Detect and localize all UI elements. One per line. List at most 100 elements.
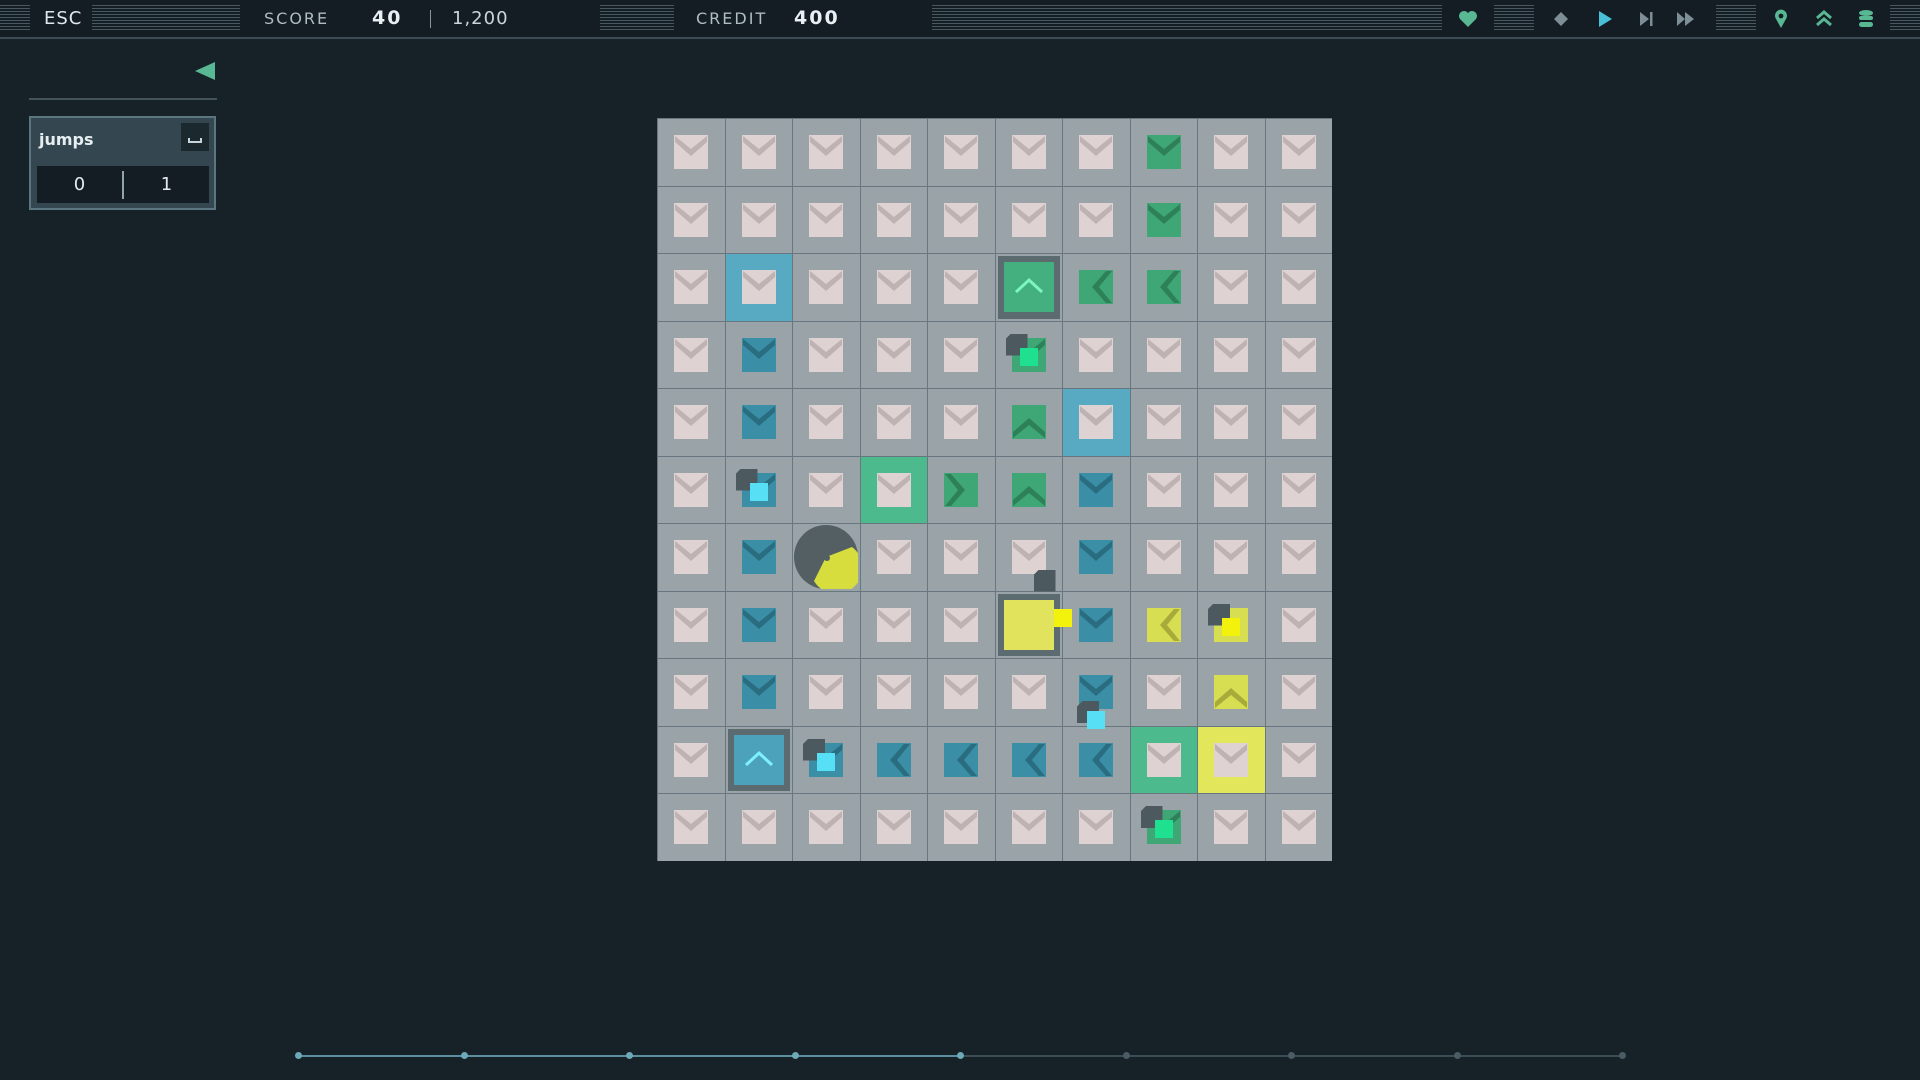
board-cell[interactable]: [725, 119, 792, 186]
space-key-icon[interactable]: [181, 123, 209, 151]
board-cell[interactable]: [995, 389, 1062, 456]
board-cell[interactable]: [793, 119, 860, 186]
board-cell[interactable]: [1063, 186, 1130, 253]
board-cell[interactable]: [1198, 794, 1265, 861]
board-cell[interactable]: [1063, 389, 1130, 456]
chevrons-up-icon[interactable]: [1811, 6, 1837, 32]
board-cell[interactable]: [1130, 254, 1197, 321]
board-cell[interactable]: [1130, 524, 1197, 591]
timeline-tick[interactable]: [1288, 1052, 1295, 1059]
board-cell[interactable]: [860, 794, 927, 861]
board-cell[interactable]: [658, 186, 725, 253]
bot-cyan[interactable]: [1087, 711, 1105, 729]
board-cell[interactable]: [793, 186, 860, 253]
bot-cyan[interactable]: [817, 752, 835, 771]
board-cell[interactable]: [725, 524, 792, 591]
board-cell[interactable]: [1265, 659, 1332, 726]
board-cell[interactable]: [1265, 254, 1332, 321]
board-cell[interactable]: [793, 726, 860, 793]
board-cell[interactable]: [1198, 254, 1265, 321]
esc-button[interactable]: ESC: [44, 0, 82, 37]
bot-yellow[interactable]: [1222, 617, 1240, 636]
board-cell[interactable]: [860, 254, 927, 321]
timeline-tick[interactable]: [1453, 1052, 1461, 1059]
board-cell[interactable]: [860, 726, 927, 793]
board-cell[interactable]: [793, 254, 860, 321]
board-cell[interactable]: [995, 321, 1062, 388]
step-icon[interactable]: [1633, 6, 1659, 32]
board-cell[interactable]: [725, 254, 792, 321]
board-cell[interactable]: [1198, 659, 1265, 726]
board-cell[interactable]: [928, 794, 995, 861]
board-cell[interactable]: [1063, 726, 1130, 793]
board-cell[interactable]: [1063, 321, 1130, 388]
board-cell[interactable]: [860, 119, 927, 186]
bot-green[interactable]: [1154, 820, 1173, 838]
board-cell[interactable]: [860, 524, 927, 591]
board-cell[interactable]: [995, 659, 1062, 726]
database-icon[interactable]: [1853, 6, 1879, 32]
board-cell[interactable]: [995, 456, 1062, 523]
board-cell[interactable]: [658, 119, 725, 186]
board-cell[interactable]: [658, 659, 725, 726]
board-cell[interactable]: [1198, 726, 1265, 793]
board-cell[interactable]: [725, 726, 792, 793]
play-icon[interactable]: [1592, 6, 1618, 32]
board-cell[interactable]: [1130, 186, 1197, 253]
board-cell[interactable]: [860, 659, 927, 726]
board-cell[interactable]: [1130, 726, 1197, 793]
board-cell[interactable]: [1063, 591, 1130, 658]
timeline-tick[interactable]: [295, 1052, 302, 1059]
board-cell[interactable]: [658, 321, 725, 388]
board-cell[interactable]: [725, 659, 792, 726]
timeline-tick[interactable]: [1619, 1052, 1626, 1059]
board-cell[interactable]: [860, 389, 927, 456]
board-cell[interactable]: [793, 794, 860, 861]
board-cell[interactable]: [725, 794, 792, 861]
board-cell[interactable]: [860, 456, 927, 523]
board-cell[interactable]: [1130, 794, 1197, 861]
board-cell[interactable]: [658, 726, 725, 793]
board-cell[interactable]: [658, 389, 725, 456]
board-cell[interactable]: [1130, 591, 1197, 658]
board-cell[interactable]: [1198, 119, 1265, 186]
board-cell[interactable]: [658, 456, 725, 523]
board-cell[interactable]: [658, 254, 725, 321]
board-cell[interactable]: [928, 524, 995, 591]
bot-cyan[interactable]: [749, 482, 768, 501]
board-cell[interactable]: [1198, 456, 1265, 523]
board-cell[interactable]: [928, 659, 995, 726]
board-cell[interactable]: [1198, 321, 1265, 388]
timeline-tick[interactable]: [626, 1052, 633, 1059]
board-cell[interactable]: [725, 456, 792, 523]
board-cell[interactable]: [1198, 591, 1265, 658]
board-cell[interactable]: [928, 119, 995, 186]
board-cell[interactable]: [793, 591, 860, 658]
board-cell[interactable]: [1265, 456, 1332, 523]
board-cell[interactable]: [725, 389, 792, 456]
board-cell[interactable]: [1130, 119, 1197, 186]
board-cell[interactable]: [1265, 591, 1332, 658]
bot-yellow[interactable]: [1053, 608, 1072, 627]
board-cell[interactable]: [658, 591, 725, 658]
board-cell[interactable]: [928, 321, 995, 388]
board-cell[interactable]: [658, 794, 725, 861]
fast-forward-icon[interactable]: [1673, 6, 1699, 32]
board-cell[interactable]: [658, 524, 725, 591]
board-cell[interactable]: [995, 726, 1062, 793]
board-cell[interactable]: [1265, 119, 1332, 186]
board-cell[interactable]: [1265, 321, 1332, 388]
board-cell[interactable]: [1130, 389, 1197, 456]
board-cell[interactable]: [1198, 389, 1265, 456]
board-cell[interactable]: [793, 321, 860, 388]
board-cell[interactable]: [1130, 321, 1197, 388]
diamond-icon[interactable]: [1548, 6, 1574, 32]
board-cell[interactable]: [1130, 659, 1197, 726]
board-cell[interactable]: [1063, 254, 1130, 321]
game-board[interactable]: [657, 118, 1332, 861]
timeline-tick[interactable]: [957, 1052, 964, 1059]
map-pin-icon[interactable]: [1768, 6, 1794, 32]
heart-icon[interactable]: [1455, 6, 1481, 32]
board-cell[interactable]: [793, 659, 860, 726]
timeline[interactable]: [295, 1052, 1626, 1059]
